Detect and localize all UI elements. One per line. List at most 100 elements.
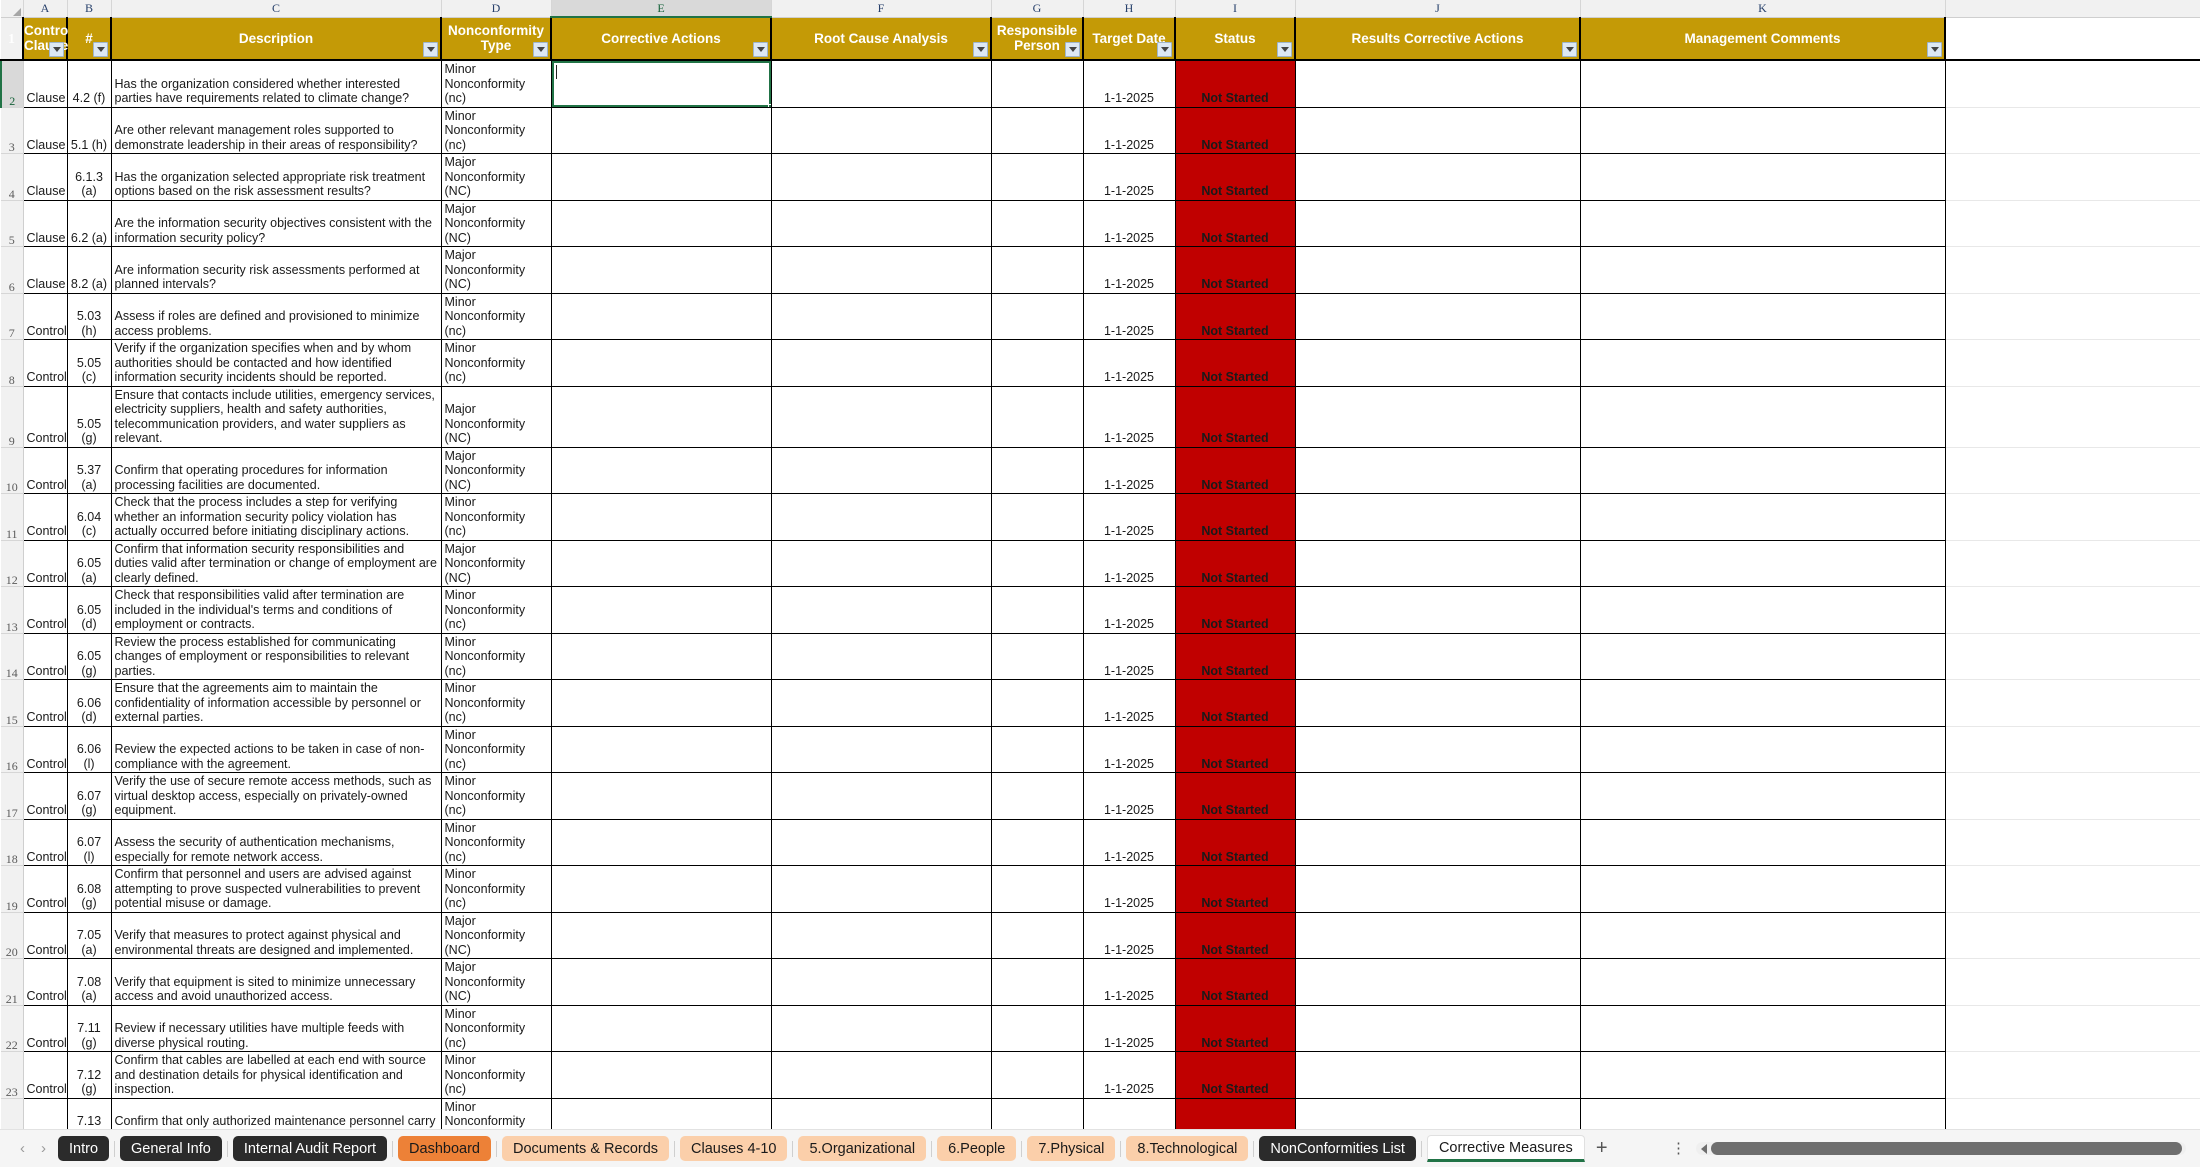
cell-G24[interactable] — [991, 1098, 1084, 1129]
cell-I21[interactable]: Not Started — [1175, 958, 1296, 1006]
cell-K7[interactable] — [1580, 293, 1946, 340]
cell-G17[interactable] — [991, 772, 1084, 820]
cell-I14[interactable]: Not Started — [1175, 633, 1296, 680]
filter-dropdown-icon-g[interactable] — [1065, 42, 1080, 57]
row-number-9[interactable]: 9 — [1, 386, 24, 448]
row-number-21[interactable]: 21 — [1, 958, 24, 1006]
cell-K12[interactable] — [1580, 540, 1946, 587]
cell-F4[interactable] — [771, 153, 992, 201]
sheet-tab-5-organizational[interactable]: 5.Organizational — [798, 1136, 927, 1161]
cell-E7[interactable] — [551, 293, 772, 340]
cell-K6[interactable] — [1580, 246, 1946, 294]
cell-E11[interactable] — [551, 493, 772, 541]
cell-I23[interactable]: Not Started — [1175, 1051, 1296, 1099]
filter-dropdown-icon-e[interactable] — [753, 42, 768, 57]
cell-K10[interactable] — [1580, 447, 1946, 494]
cell-H2[interactable]: 1-1-2025 — [1083, 60, 1176, 108]
row-number-15[interactable]: 15 — [1, 679, 24, 727]
cell-K8[interactable] — [1580, 339, 1946, 387]
cell-J16[interactable] — [1295, 726, 1581, 773]
cell-H10[interactable]: 1-1-2025 — [1083, 447, 1176, 494]
cell-F20[interactable] — [771, 912, 992, 959]
row-number-11[interactable]: 11 — [1, 493, 24, 541]
cell-I13[interactable]: Not Started — [1175, 586, 1296, 634]
sheet-tab-bar[interactable]: ‹ › Intro General Info Internal Audit Repo… — [0, 1129, 2200, 1167]
cell-F2[interactable] — [771, 60, 992, 108]
cell-F7[interactable] — [771, 293, 992, 340]
cell-G20[interactable] — [991, 912, 1084, 959]
cell-E18[interactable] — [551, 819, 772, 866]
cell-G4[interactable] — [991, 153, 1084, 201]
cell-J18[interactable] — [1295, 819, 1581, 866]
cell-C2[interactable]: Has the organization considered whether … — [111, 60, 442, 108]
cell-H15[interactable]: 1-1-2025 — [1083, 679, 1176, 727]
cell-A6[interactable]: Clause — [22, 246, 68, 294]
row-number-7[interactable]: 7 — [1, 293, 24, 340]
cell-A2[interactable]: Clause — [22, 60, 68, 108]
cell-D16[interactable]: Minor Nonconformity (nc) — [441, 726, 552, 773]
cell-A22[interactable]: Control — [22, 1005, 68, 1052]
cell-J7[interactable] — [1295, 293, 1581, 340]
cell-H19[interactable]: 1-1-2025 — [1083, 865, 1176, 913]
cell-B7[interactable]: 5.03 (h) — [67, 293, 112, 340]
sheet-tab-nonconformities-list[interactable]: NonConformities List — [1259, 1136, 1416, 1161]
sheet-tabs[interactable]: Intro General Info Internal Audit Report Da… — [58, 1135, 1585, 1162]
cell-E13[interactable] — [551, 586, 772, 634]
cell-A7[interactable]: Control — [22, 293, 68, 340]
sheet-next-icon[interactable]: › — [41, 1141, 46, 1156]
cell-F10[interactable] — [771, 447, 992, 494]
cell-D17[interactable]: Minor Nonconformity (nc) — [441, 772, 552, 820]
cell-J22[interactable] — [1295, 1005, 1581, 1052]
cell-A5[interactable]: Clause — [22, 200, 68, 247]
column-header-a[interactable]: A — [23, 0, 68, 18]
column-header-d[interactable]: D — [441, 0, 552, 18]
cell-J14[interactable] — [1295, 633, 1581, 680]
cell-C24[interactable]: Confirm that only authorized maintenance… — [111, 1098, 442, 1129]
cell-H13[interactable]: 1-1-2025 — [1083, 586, 1176, 634]
cell-G5[interactable] — [991, 200, 1084, 247]
cell-J8[interactable] — [1295, 339, 1581, 387]
cell-K2[interactable] — [1580, 60, 1946, 108]
cell-E15[interactable] — [551, 679, 772, 727]
cell-J20[interactable] — [1295, 912, 1581, 959]
table-row[interactable]: 13 Control 6.05 (d) Check that responsibili… — [1, 586, 2200, 634]
cell-D12[interactable]: Major Nonconformity (NC) — [441, 540, 552, 587]
cell-K3[interactable] — [1580, 107, 1946, 154]
cell-I6[interactable]: Not Started — [1175, 246, 1296, 294]
cell-H21[interactable]: 1-1-2025 — [1083, 958, 1176, 1006]
column-header-i[interactable]: I — [1175, 0, 1296, 18]
cell-I7[interactable]: Not Started — [1175, 293, 1296, 340]
cell-H20[interactable]: 1-1-2025 — [1083, 912, 1176, 959]
cell-C6[interactable]: Are information security risk assessment… — [111, 246, 442, 294]
column-header-h[interactable]: H — [1083, 0, 1176, 18]
cell-H12[interactable]: 1-1-2025 — [1083, 540, 1176, 587]
cell-G23[interactable] — [991, 1051, 1084, 1099]
column-header-j[interactable]: J — [1295, 0, 1581, 18]
table-row[interactable]: 9 Control 5.05 (g) Ensure that contacts inc… — [1, 386, 2200, 448]
cell-C20[interactable]: Verify that measures to protect against … — [111, 912, 442, 959]
cell-I22[interactable]: Not Started — [1175, 1005, 1296, 1052]
row-number-2[interactable]: 2 — [0, 60, 24, 108]
column-header-e[interactable]: E — [551, 0, 772, 18]
column-header-b[interactable]: B — [67, 0, 112, 18]
cell-K21[interactable] — [1580, 958, 1946, 1006]
cell-H24[interactable]: 1-1-2025 — [1083, 1098, 1176, 1129]
cell-E19[interactable] — [551, 865, 772, 913]
cell-B10[interactable]: 5.37 (a) — [67, 447, 112, 494]
cell-K4[interactable] — [1580, 153, 1946, 201]
cell-C22[interactable]: Review if necessary utilities have multi… — [111, 1005, 442, 1052]
cell-G2[interactable] — [991, 60, 1084, 108]
row-number-18[interactable]: 18 — [1, 819, 24, 866]
table-row[interactable]: 6 Clause 8.2 (a) Are information security r… — [1, 246, 2200, 294]
cell-A23[interactable]: Control — [22, 1051, 68, 1099]
cell-C15[interactable]: Ensure that the agreements aim to mainta… — [111, 679, 442, 727]
cell-F3[interactable] — [771, 107, 992, 154]
row-number-1[interactable]: 1 — [1, 16, 24, 61]
cell-B14[interactable]: 6.05 (g) — [67, 633, 112, 680]
row-number-4[interactable]: 4 — [1, 153, 24, 201]
cell-B16[interactable]: 6.06 (l) — [67, 726, 112, 773]
cell-A19[interactable]: Control — [22, 865, 68, 913]
table-row[interactable]: 21 Control 7.08 (a) Verify that equipment i… — [1, 958, 2200, 1006]
sheet-tab-clauses-4-10[interactable]: Clauses 4-10 — [680, 1136, 788, 1161]
cell-J15[interactable] — [1295, 679, 1581, 727]
